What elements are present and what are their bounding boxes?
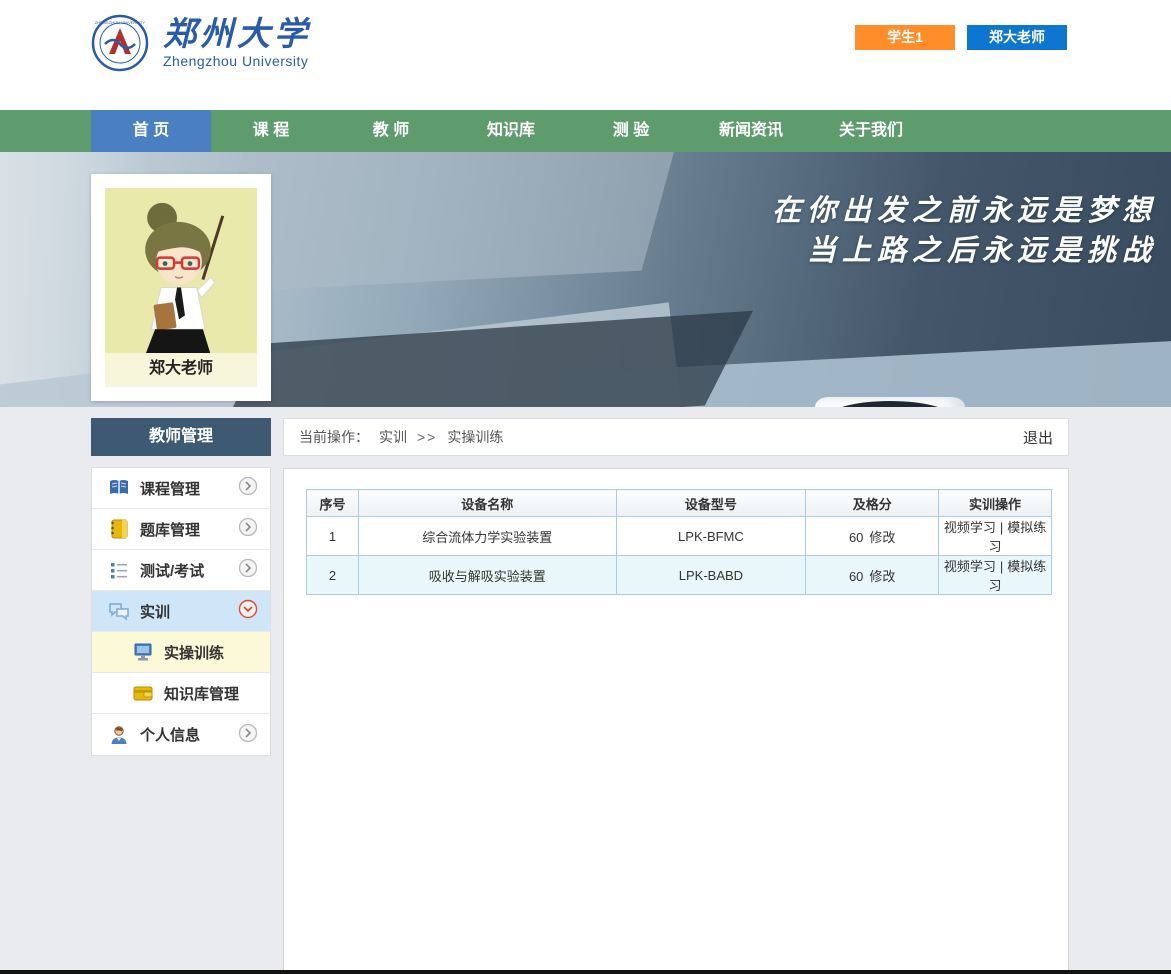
- nav-item-courses[interactable]: 课 程: [211, 110, 331, 152]
- logo-text: 郑州大学 Zhengzhou University: [163, 17, 311, 69]
- page: ZHENGZHOU UNIVERSITY 郑州大学 Zhengzhou Univ…: [0, 0, 1171, 974]
- chat-icon: [108, 601, 130, 621]
- edit-link[interactable]: 修改: [869, 569, 895, 584]
- actions-cell: 视频学习 |模拟练习: [939, 556, 1052, 595]
- logout-button[interactable]: 退出: [1023, 427, 1053, 448]
- breadcrumb-prefix: 当前操作：: [299, 427, 369, 447]
- wallet-icon: [132, 683, 154, 703]
- simulation-practice-link[interactable]: 模拟练习: [989, 520, 1047, 554]
- university-name-cn: 郑州大学: [163, 17, 311, 51]
- video-study-link[interactable]: 视频学习: [944, 559, 996, 574]
- monitor-icon: [132, 642, 154, 662]
- nav-item-teachers[interactable]: 教 师: [331, 110, 451, 152]
- chevron-right-icon: [238, 723, 258, 747]
- sidebar: 教师管理 课程管理 题库管理: [91, 418, 271, 756]
- header-device-name: 设备名称: [358, 490, 616, 517]
- nav-item-about[interactable]: 关于我们: [811, 110, 931, 152]
- notebook-icon: [108, 519, 130, 539]
- svg-text:ZHENGZHOU UNIVERSITY: ZHENGZHOU UNIVERSITY: [95, 20, 146, 25]
- index-cell: 1: [307, 517, 359, 556]
- teacher-avatar: 郑大老师: [105, 188, 257, 387]
- edit-link[interactable]: 修改: [869, 530, 895, 545]
- pass-score-value: 60: [849, 530, 863, 545]
- sidebar-menu: 课程管理 题库管理 测试/考试: [91, 467, 271, 756]
- banner-laptop-screen: [205, 152, 685, 293]
- sidebar-item-course-management[interactable]: 课程管理: [92, 468, 270, 509]
- action-separator: |: [1000, 559, 1003, 574]
- slogan-line1: 在你出发之前永远是梦想: [772, 190, 1157, 230]
- content-panel: 序号 设备名称 设备型号 及格分 实训操作 1 综合流体力学实验装置 LPK-B…: [283, 468, 1069, 971]
- pass-score-value: 60: [849, 569, 863, 584]
- sidebar-item-label: 知识库管理: [164, 683, 258, 704]
- footer-edge: [0, 970, 1171, 974]
- teacher-button[interactable]: 郑大老师: [967, 25, 1067, 50]
- pass-score-cell: 60 修改: [806, 556, 939, 595]
- person-icon: [108, 725, 130, 745]
- student-button[interactable]: 学生1: [855, 25, 955, 50]
- simulation-practice-link[interactable]: 模拟练习: [989, 559, 1047, 593]
- sidebar-title: 教师管理: [91, 418, 271, 456]
- table-row: 1 综合流体力学实验装置 LPK-BFMC 60 修改 视频学习 |模拟练习: [307, 517, 1052, 556]
- header-index: 序号: [307, 490, 359, 517]
- header-training-actions: 实训操作: [939, 490, 1052, 517]
- chevron-right-icon: [238, 517, 258, 541]
- device-model-cell: LPK-BFMC: [616, 517, 806, 556]
- device-name-cell: 吸收与解吸实验装置: [358, 556, 616, 595]
- sidebar-item-tests-exams[interactable]: 测试/考试: [92, 550, 270, 591]
- device-name-cell: 综合流体力学实验装置: [358, 517, 616, 556]
- main-content: 当前操作： 实训 >> 实操训练 退出 序号 设备名称 设备型号 及格分 实训操…: [283, 418, 1069, 971]
- top-header: ZHENGZHOU UNIVERSITY 郑州大学 Zhengzhou Univ…: [0, 0, 1171, 110]
- sidebar-item-label: 课程管理: [140, 478, 238, 499]
- book-icon: [108, 478, 130, 498]
- nav-item-home[interactable]: 首 页: [91, 110, 211, 152]
- action-separator: |: [1000, 520, 1003, 535]
- main-nav: 首 页 课 程 教 师 知识库 测 验 新闻资讯 关于我们: [0, 110, 1171, 152]
- pass-score-cell: 60 修改: [806, 517, 939, 556]
- video-study-link[interactable]: 视频学习: [944, 520, 996, 535]
- breadcrumb-section[interactable]: 实训: [379, 427, 407, 447]
- breadcrumb: 当前操作： 实训 >> 实操训练 退出: [283, 418, 1069, 456]
- table-header-row: 序号 设备名称 设备型号 及格分 实训操作: [307, 490, 1052, 517]
- header-buttons: 学生1 郑大老师: [855, 25, 1067, 50]
- nav-item-knowledge[interactable]: 知识库: [451, 110, 571, 152]
- header-device-model: 设备型号: [616, 490, 806, 517]
- university-seal-icon: ZHENGZHOU UNIVERSITY: [91, 14, 149, 72]
- university-logo: ZHENGZHOU UNIVERSITY 郑州大学 Zhengzhou Univ…: [91, 14, 311, 72]
- chevron-right-icon: [238, 558, 258, 582]
- list-icon: [108, 560, 130, 580]
- chevron-right-icon: [238, 476, 258, 500]
- university-name-en: Zhengzhou University: [163, 53, 311, 69]
- header-pass-score: 及格分: [806, 490, 939, 517]
- teacher-profile-card: 郑大老师: [91, 174, 271, 401]
- breadcrumb-separator: >>: [417, 429, 437, 445]
- sidebar-subitem-practical-operation[interactable]: 实操训练: [92, 632, 270, 673]
- sidebar-item-label: 实训: [140, 601, 238, 622]
- sidebar-subitem-knowledge-management[interactable]: 知识库管理: [92, 673, 270, 714]
- sidebar-item-question-bank[interactable]: 题库管理: [92, 509, 270, 550]
- actions-cell: 视频学习 |模拟练习: [939, 517, 1052, 556]
- nav-item-tests[interactable]: 测 验: [571, 110, 691, 152]
- chevron-down-circle-icon: [238, 599, 258, 623]
- sidebar-item-label: 测试/考试: [140, 560, 238, 581]
- breadcrumb-current: 实操训练: [447, 427, 503, 447]
- sidebar-item-label: 个人信息: [140, 724, 238, 745]
- sidebar-item-label: 题库管理: [140, 519, 238, 540]
- teacher-name-caption: 郑大老师: [105, 353, 257, 387]
- device-model-cell: LPK-BABD: [616, 556, 806, 595]
- nav-item-news[interactable]: 新闻资讯: [691, 110, 811, 152]
- devices-table: 序号 设备名称 设备型号 及格分 实训操作 1 综合流体力学实验装置 LPK-B…: [306, 489, 1052, 595]
- sidebar-item-label: 实操训练: [164, 642, 258, 663]
- slogan-line2: 当上路之后永远是挑战: [772, 230, 1157, 270]
- banner-slogan: 在你出发之前永远是梦想 当上路之后永远是挑战: [772, 190, 1157, 270]
- index-cell: 2: [307, 556, 359, 595]
- sidebar-item-practical-training[interactable]: 实训: [92, 591, 270, 632]
- table-row: 2 吸收与解吸实验装置 LPK-BABD 60 修改 视频学习 |模拟练习: [307, 556, 1052, 595]
- sidebar-item-personal-info[interactable]: 个人信息: [92, 714, 270, 755]
